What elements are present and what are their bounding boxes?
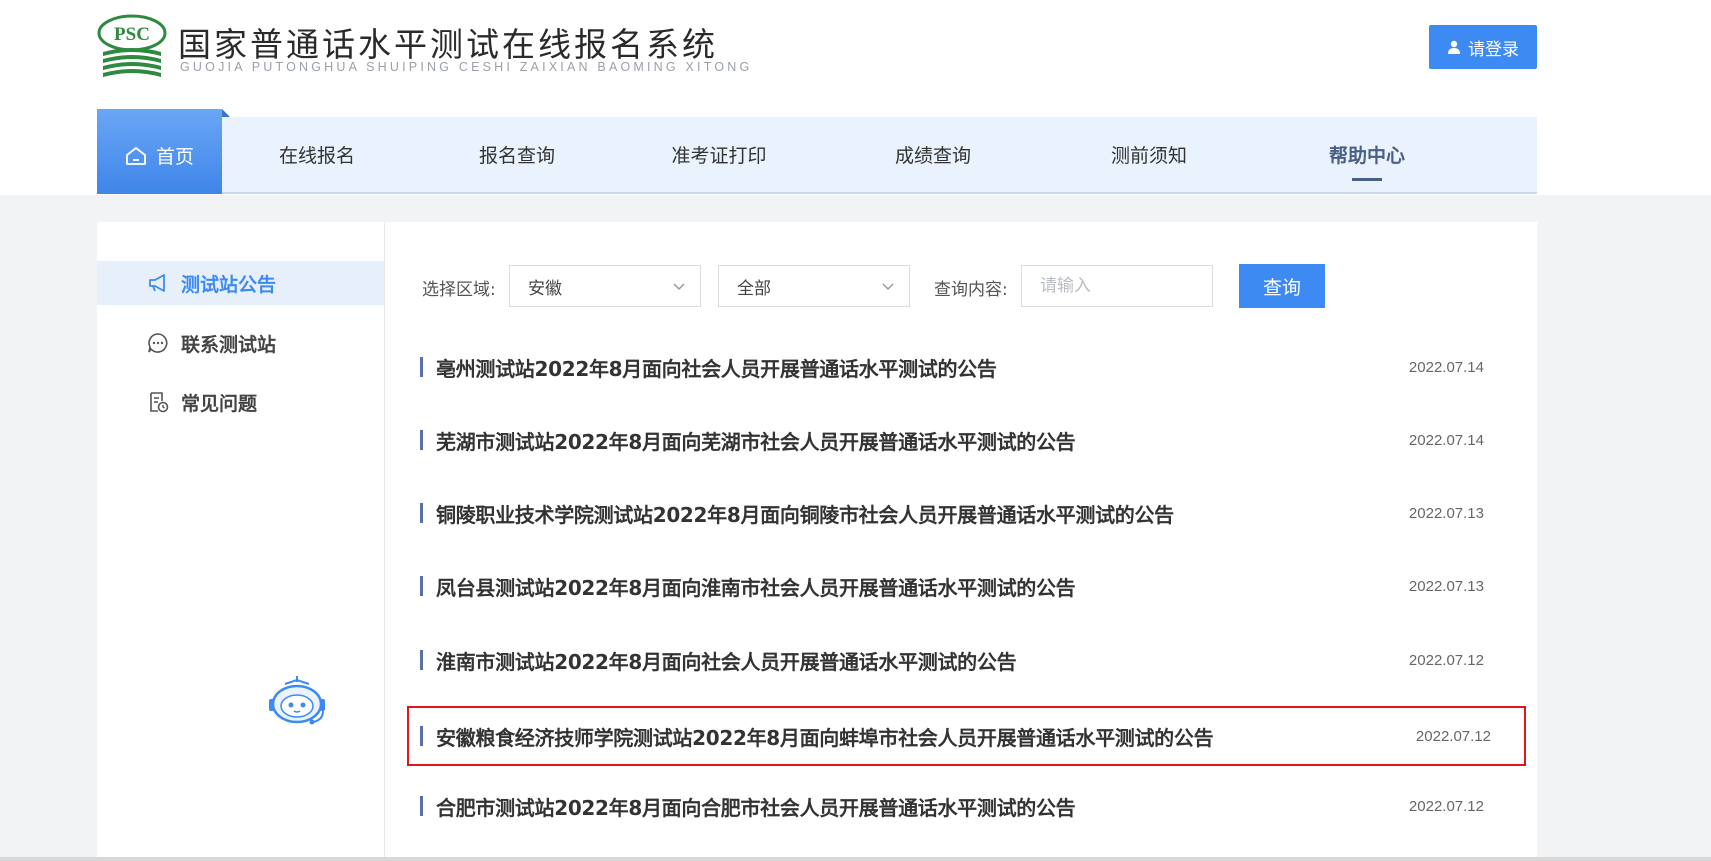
notice-bullet xyxy=(420,430,423,450)
notice-item[interactable]: 芜湖市测试站2022年8月面向芜湖市社会人员开展普通话水平测试的公告 2022.… xyxy=(418,412,1508,468)
notice-title: 芜湖市测试站2022年8月面向芜湖市社会人员开展普通话水平测试的公告 xyxy=(436,429,1076,454)
chevron-down-icon xyxy=(882,283,894,291)
megaphone-icon xyxy=(149,274,165,292)
user-icon xyxy=(1448,40,1460,54)
notice-bullet xyxy=(420,796,423,816)
login-button[interactable]: 请登录 xyxy=(1429,25,1537,69)
notice-bullet xyxy=(420,357,423,377)
sidebar-item-contact-station[interactable]: 联系测试站 xyxy=(97,321,384,365)
notice-item-highlighted[interactable]: 安徽粮食经济技师学院测试站2022年8月面向蚌埠市社会人员开展普通话水平测试的公… xyxy=(407,706,1526,766)
sidebar-item-station-notices[interactable]: 测试站公告 xyxy=(97,261,384,305)
notice-bullet xyxy=(420,576,423,596)
notice-item[interactable]: 凤台县测试站2022年8月面向淮南市社会人员开展普通话水平测试的公告 2022.… xyxy=(418,558,1508,614)
active-tab-underline xyxy=(1352,178,1382,181)
notice-date: 2022.07.12 xyxy=(1408,651,1484,669)
nav-help-center-label: 帮助中心 xyxy=(1328,145,1405,167)
login-label: 请登录 xyxy=(1468,39,1519,60)
notice-date: 2022.07.12 xyxy=(1408,797,1484,815)
query-input[interactable] xyxy=(1021,265,1213,307)
notice-item[interactable]: 亳州测试站2022年8月面向社会人员开展普通话水平测试的公告 2022.07.1… xyxy=(418,339,1508,395)
notice-date: 2022.07.14 xyxy=(1408,358,1484,376)
notice-date: 2022.07.12 xyxy=(1415,727,1491,745)
notice-bullet xyxy=(420,650,423,670)
nav-admission-ticket-print[interactable]: 准考证打印 xyxy=(659,117,779,192)
sidebar: 测试站公告 联系测试站 常见问题 xyxy=(97,222,385,861)
region-label: 选择区域: xyxy=(422,280,496,300)
notice-date: 2022.07.13 xyxy=(1408,577,1484,595)
sidebar-item-faq[interactable]: 常见问题 xyxy=(97,380,384,424)
content-panel: 测试站公告 联系测试站 常见问题 选择区域: 安徽 全部 查询内容: 请输入 查… xyxy=(97,222,1537,861)
notice-item[interactable]: 合肥市测试站2022年8月面向合肥市社会人员开展普通话水平测试的公告 2022.… xyxy=(418,778,1508,834)
notice-title: 亳州测试站2022年8月面向社会人员开展普通话水平测试的公告 xyxy=(436,356,997,381)
psc-logo: PSC xyxy=(97,14,167,77)
station-select[interactable]: 全部 xyxy=(718,265,910,307)
nav-help-center[interactable]: 帮助中心 xyxy=(1317,117,1417,192)
nav-home-fold xyxy=(222,109,230,117)
robot-assistant-icon[interactable] xyxy=(265,674,329,734)
main-nav: 首页 在线报名 报名查询 准考证打印 成绩查询 测前须知 帮助中心 xyxy=(97,109,1537,194)
site-title: 国家普通话水平测试在线报名系统 xyxy=(178,25,718,64)
province-select-value: 安徽 xyxy=(528,278,562,299)
notice-item[interactable]: 铜陵职业技术学院测试站2022年8月面向铜陵市社会人员开展普通话水平测试的公告 … xyxy=(418,485,1508,541)
notice-title: 凤台县测试站2022年8月面向淮南市社会人员开展普通话水平测试的公告 xyxy=(436,575,1076,600)
nav-home[interactable]: 首页 xyxy=(97,109,222,194)
notice-date: 2022.07.14 xyxy=(1408,431,1484,449)
nav-registration-query[interactable]: 报名查询 xyxy=(467,117,567,192)
sidebar-item-label: 测试站公告 xyxy=(181,273,277,296)
notice-bullet xyxy=(420,726,423,746)
notice-date: 2022.07.13 xyxy=(1408,504,1484,522)
province-select[interactable]: 安徽 xyxy=(509,265,701,307)
notice-title: 淮南市测试站2022年8月面向社会人员开展普通话水平测试的公告 xyxy=(436,649,1017,674)
notice-title: 安徽粮食经济技师学院测试站2022年8月面向蚌埠市社会人员开展普通话水平测试的公… xyxy=(436,725,1214,750)
query-button[interactable]: 查询 xyxy=(1239,264,1325,308)
nav-home-label: 首页 xyxy=(155,146,194,168)
notice-title: 铜陵职业技术学院测试站2022年8月面向铜陵市社会人员开展普通话水平测试的公告 xyxy=(436,502,1174,527)
svg-text:PSC: PSC xyxy=(114,24,150,45)
horizontal-scrollbar[interactable] xyxy=(0,857,1711,861)
sidebar-item-label: 联系测试站 xyxy=(181,333,277,356)
nav-score-query[interactable]: 成绩查询 xyxy=(883,117,983,192)
nav-pretest-notice[interactable]: 测前须知 xyxy=(1099,117,1199,192)
document-clock-icon xyxy=(150,392,169,413)
nav-online-registration[interactable]: 在线报名 xyxy=(267,117,367,192)
chat-icon xyxy=(148,333,168,353)
site-subtitle: GUOJIA PUTONGHUA SHUIPING CESHI ZAIXIAN … xyxy=(180,60,753,74)
notice-item[interactable]: 淮南市测试站2022年8月面向社会人员开展普通话水平测试的公告 2022.07.… xyxy=(418,632,1508,688)
query-label: 查询内容: xyxy=(934,280,1008,300)
notice-bullet xyxy=(420,503,423,523)
chevron-down-icon xyxy=(673,283,685,291)
notice-title: 合肥市测试站2022年8月面向合肥市社会人员开展普通话水平测试的公告 xyxy=(436,795,1076,820)
sidebar-item-label: 常见问题 xyxy=(181,392,258,415)
station-select-value: 全部 xyxy=(737,278,771,299)
home-icon xyxy=(126,146,146,165)
